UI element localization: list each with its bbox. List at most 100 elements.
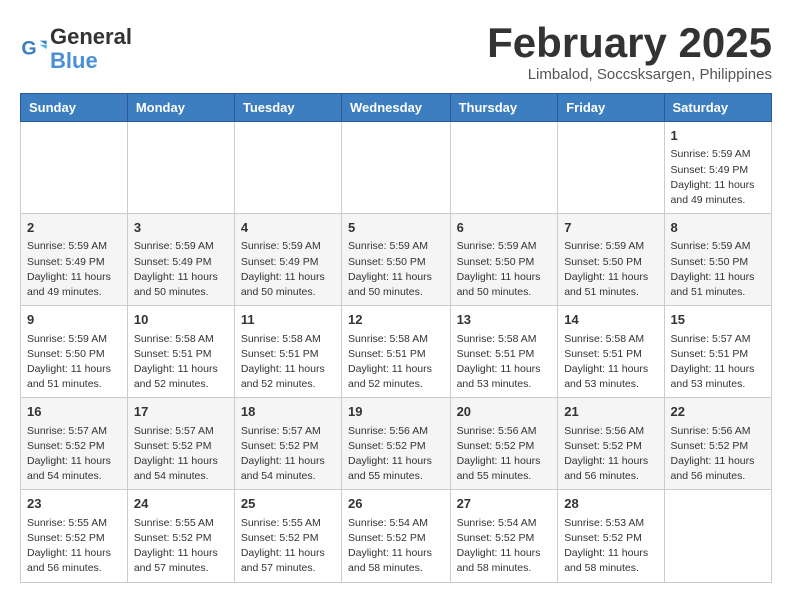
calendar-day-cell <box>664 490 771 582</box>
day-info: Sunrise: 5:59 AM Sunset: 5:50 PM Dayligh… <box>348 239 444 300</box>
day-info: Sunrise: 5:58 AM Sunset: 5:51 PM Dayligh… <box>241 332 335 393</box>
day-info: Sunrise: 5:55 AM Sunset: 5:52 PM Dayligh… <box>27 516 121 577</box>
calendar-day-cell: 6 Sunrise: 5:59 AM Sunset: 5:50 PM Daylig… <box>450 214 558 306</box>
day-number: 10 <box>134 311 228 329</box>
page-header: G General Blue February 2025 Limbalod, S… <box>20 20 772 83</box>
day-info: Sunrise: 5:57 AM Sunset: 5:52 PM Dayligh… <box>134 424 228 485</box>
day-number: 2 <box>27 219 121 237</box>
calendar-day-cell: 7Sunrise: 5:59 AM Sunset: 5:50 PM Daylig… <box>558 214 664 306</box>
day-info: Sunrise: 5:58 AM Sunset: 5:51 PM Dayligh… <box>348 332 444 393</box>
calendar-day-cell: 8 Sunrise: 5:59 AM Sunset: 5:50 PM Daylig… <box>664 214 771 306</box>
day-number: 19 <box>348 403 444 421</box>
calendar-day-cell: 5 Sunrise: 5:59 AM Sunset: 5:50 PM Daylig… <box>342 214 451 306</box>
calendar-day-cell <box>127 122 234 214</box>
day-number: 15 <box>671 311 765 329</box>
calendar-title: February 2025 <box>487 20 772 66</box>
calendar-day-cell: 16Sunrise: 5:57 AM Sunset: 5:52 PM Dayli… <box>21 398 128 490</box>
day-number: 7 <box>564 219 657 237</box>
logo: G General Blue <box>20 25 132 73</box>
calendar-day-cell: 13 Sunrise: 5:58 AM Sunset: 5:51 PM Dayli… <box>450 306 558 398</box>
day-number: 24 <box>134 495 228 513</box>
calendar-day-cell: 24 Sunrise: 5:55 AM Sunset: 5:52 PM Dayli… <box>127 490 234 582</box>
day-info: Sunrise: 5:54 AM Sunset: 5:52 PM Dayligh… <box>348 516 444 577</box>
day-number: 6 <box>457 219 552 237</box>
calendar-day-cell <box>21 122 128 214</box>
day-info: Sunrise: 5:56 AM Sunset: 5:52 PM Dayligh… <box>564 424 657 485</box>
calendar-day-cell: 20 Sunrise: 5:56 AM Sunset: 5:52 PM Dayli… <box>450 398 558 490</box>
day-info: Sunrise: 5:59 AM Sunset: 5:50 PM Dayligh… <box>671 239 765 300</box>
calendar-day-cell: 14Sunrise: 5:58 AM Sunset: 5:51 PM Dayli… <box>558 306 664 398</box>
weekday-header-cell: Tuesday <box>234 94 341 122</box>
day-number: 1 <box>671 127 765 145</box>
day-info: Sunrise: 5:55 AM Sunset: 5:52 PM Dayligh… <box>241 516 335 577</box>
calendar-day-cell <box>450 122 558 214</box>
calendar-day-cell: 10 Sunrise: 5:58 AM Sunset: 5:51 PM Dayli… <box>127 306 234 398</box>
calendar-week-row: 2 Sunrise: 5:59 AM Sunset: 5:49 PM Daylig… <box>21 214 772 306</box>
calendar-week-row: 23 Sunrise: 5:55 AM Sunset: 5:52 PM Dayli… <box>21 490 772 582</box>
day-info: Sunrise: 5:59 AM Sunset: 5:49 PM Dayligh… <box>134 239 228 300</box>
calendar-day-cell <box>558 122 664 214</box>
calendar-day-cell: 17 Sunrise: 5:57 AM Sunset: 5:52 PM Dayli… <box>127 398 234 490</box>
calendar-day-cell: 9Sunrise: 5:59 AM Sunset: 5:50 PM Daylig… <box>21 306 128 398</box>
day-number: 17 <box>134 403 228 421</box>
day-number: 16 <box>27 403 121 421</box>
calendar-day-cell: 25 Sunrise: 5:55 AM Sunset: 5:52 PM Dayli… <box>234 490 341 582</box>
calendar-week-row: 9Sunrise: 5:59 AM Sunset: 5:50 PM Daylig… <box>21 306 772 398</box>
weekday-header-cell: Wednesday <box>342 94 451 122</box>
calendar-day-cell: 15 Sunrise: 5:57 AM Sunset: 5:51 PM Dayli… <box>664 306 771 398</box>
logo-icon: G <box>20 35 48 63</box>
weekday-header-cell: Thursday <box>450 94 558 122</box>
calendar-day-cell: 26Sunrise: 5:54 AM Sunset: 5:52 PM Dayli… <box>342 490 451 582</box>
weekday-header-row: SundayMondayTuesdayWednesdayThursdayFrid… <box>21 94 772 122</box>
day-number: 13 <box>457 311 552 329</box>
day-info: Sunrise: 5:57 AM Sunset: 5:52 PM Dayligh… <box>241 424 335 485</box>
weekday-header-cell: Saturday <box>664 94 771 122</box>
day-number: 3 <box>134 219 228 237</box>
day-number: 5 <box>348 219 444 237</box>
day-info: Sunrise: 5:55 AM Sunset: 5:52 PM Dayligh… <box>134 516 228 577</box>
calendar-day-cell: 11 Sunrise: 5:58 AM Sunset: 5:51 PM Dayli… <box>234 306 341 398</box>
calendar-week-row: 1 Sunrise: 5:59 AM Sunset: 5:49 PM Daylig… <box>21 122 772 214</box>
day-number: 4 <box>241 219 335 237</box>
calendar-day-cell <box>234 122 341 214</box>
day-number: 11 <box>241 311 335 329</box>
day-number: 27 <box>457 495 552 513</box>
calendar-day-cell: 3 Sunrise: 5:59 AM Sunset: 5:49 PM Daylig… <box>127 214 234 306</box>
day-info: Sunrise: 5:59 AM Sunset: 5:50 PM Dayligh… <box>457 239 552 300</box>
day-info: Sunrise: 5:56 AM Sunset: 5:52 PM Dayligh… <box>457 424 552 485</box>
calendar-day-cell <box>342 122 451 214</box>
svg-text:G: G <box>21 38 36 60</box>
day-number: 28 <box>564 495 657 513</box>
day-info: Sunrise: 5:59 AM Sunset: 5:49 PM Dayligh… <box>241 239 335 300</box>
day-number: 18 <box>241 403 335 421</box>
day-info: Sunrise: 5:58 AM Sunset: 5:51 PM Dayligh… <box>134 332 228 393</box>
calendar-day-cell: 27Sunrise: 5:54 AM Sunset: 5:52 PM Dayli… <box>450 490 558 582</box>
day-number: 22 <box>671 403 765 421</box>
day-info: Sunrise: 5:57 AM Sunset: 5:51 PM Dayligh… <box>671 332 765 393</box>
calendar-day-cell: 23 Sunrise: 5:55 AM Sunset: 5:52 PM Dayli… <box>21 490 128 582</box>
day-number: 20 <box>457 403 552 421</box>
weekday-header-cell: Sunday <box>21 94 128 122</box>
calendar-day-cell: 28Sunrise: 5:53 AM Sunset: 5:52 PM Dayli… <box>558 490 664 582</box>
day-number: 9 <box>27 311 121 329</box>
day-info: Sunrise: 5:58 AM Sunset: 5:51 PM Dayligh… <box>564 332 657 393</box>
day-number: 25 <box>241 495 335 513</box>
calendar-day-cell: 18 Sunrise: 5:57 AM Sunset: 5:52 PM Dayli… <box>234 398 341 490</box>
day-info: Sunrise: 5:58 AM Sunset: 5:51 PM Dayligh… <box>457 332 552 393</box>
calendar-table: SundayMondayTuesdayWednesdayThursdayFrid… <box>20 93 772 582</box>
day-info: Sunrise: 5:56 AM Sunset: 5:52 PM Dayligh… <box>348 424 444 485</box>
day-info: Sunrise: 5:59 AM Sunset: 5:49 PM Dayligh… <box>671 147 765 208</box>
calendar-day-cell: 21Sunrise: 5:56 AM Sunset: 5:52 PM Dayli… <box>558 398 664 490</box>
day-number: 8 <box>671 219 765 237</box>
calendar-day-cell: 1 Sunrise: 5:59 AM Sunset: 5:49 PM Daylig… <box>664 122 771 214</box>
weekday-header-cell: Friday <box>558 94 664 122</box>
calendar-day-cell: 2Sunrise: 5:59 AM Sunset: 5:49 PM Daylig… <box>21 214 128 306</box>
logo-text: General Blue <box>50 25 132 73</box>
weekday-header-cell: Monday <box>127 94 234 122</box>
day-number: 12 <box>348 311 444 329</box>
calendar-day-cell: 4 Sunrise: 5:59 AM Sunset: 5:49 PM Daylig… <box>234 214 341 306</box>
day-number: 23 <box>27 495 121 513</box>
title-block: February 2025 Limbalod, Soccsksargen, Ph… <box>487 20 772 83</box>
calendar-week-row: 16 Sunrise: 5:57 AM Sunset: 5:52 PM Dayli… <box>21 398 772 490</box>
calendar-day-cell: 12 Sunrise: 5:58 AM Sunset: 5:51 PM Dayli… <box>342 306 451 398</box>
